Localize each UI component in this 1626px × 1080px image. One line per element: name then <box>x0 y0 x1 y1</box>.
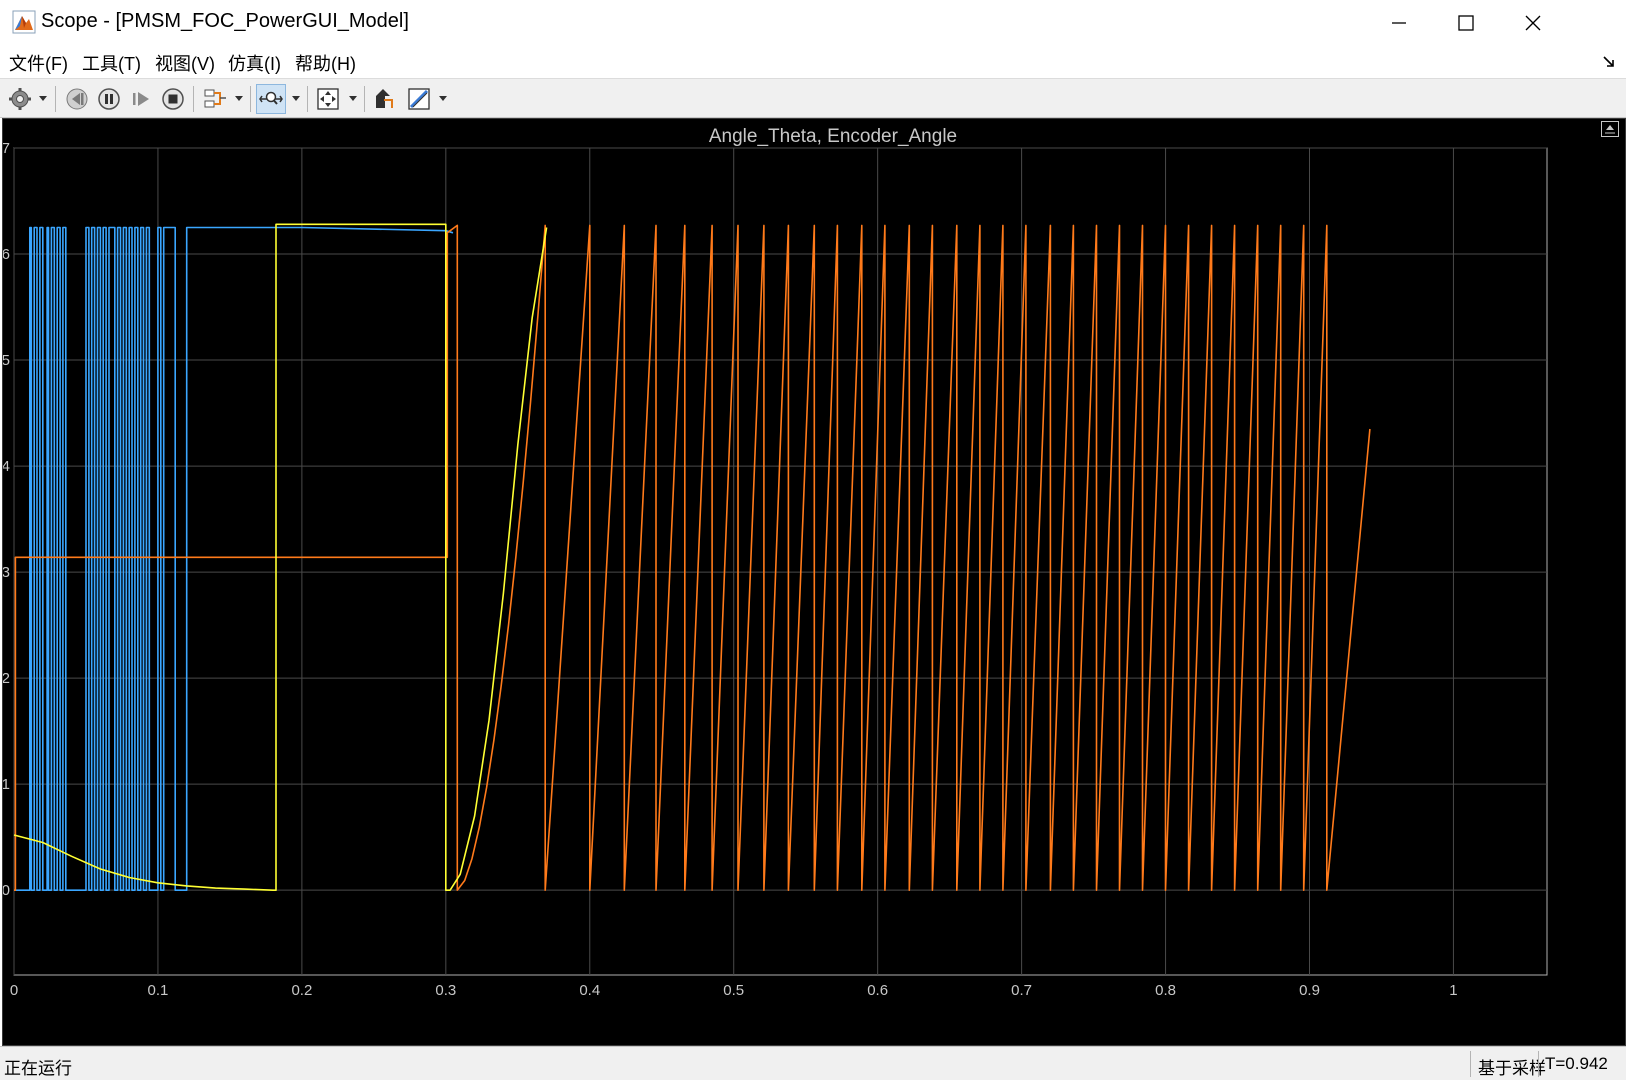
signal-selector-dropdown[interactable] <box>234 92 244 106</box>
maximize-button[interactable] <box>1431 0 1501 45</box>
step-back-button[interactable] <box>62 84 92 114</box>
x-tick-label: 0.5 <box>723 982 744 999</box>
scope-plot[interactable]: 0 0.1 0.2 0.3 0.4 0.5 0.6 0.7 0.8 0.9 1 0 1 2 3 4 5 6 7 <box>3 119 1625 1045</box>
menu-tools[interactable]: 工具(T) <box>82 50 141 76</box>
x-tick-label: 0.3 <box>435 982 456 999</box>
pause-button[interactable] <box>94 84 124 114</box>
minimize-icon <box>1392 21 1406 24</box>
plot-frame <box>13 147 1548 976</box>
menu-view[interactable]: 视图(V) <box>155 50 215 76</box>
stop-icon <box>162 88 184 110</box>
pause-icon <box>98 88 120 110</box>
y-tick-label: 7 <box>3 140 10 157</box>
x-tick-label: 0.6 <box>867 982 888 999</box>
title-bar: Scope - [PMSM_FOC_PowerGUI_Model] <box>0 0 1626 45</box>
plot-title: Angle_Theta, Encoder_Angle <box>708 126 958 147</box>
autoscale-icon <box>317 88 339 110</box>
x-tick-label: 0.4 <box>579 982 600 999</box>
series-line-blue <box>14 226 454 891</box>
settings-button[interactable] <box>5 84 35 114</box>
step-forward-button[interactable] <box>126 84 156 114</box>
x-tick-label: 0.2 <box>291 982 312 999</box>
settings-icon <box>9 88 31 110</box>
settings-dropdown[interactable] <box>38 92 48 106</box>
menu-file[interactable]: 文件(F) <box>9 50 68 76</box>
toolbar-divider <box>364 86 365 112</box>
zoom-icon <box>259 91 283 105</box>
status-divider <box>1538 1051 1539 1077</box>
y-tick-label: 4 <box>3 458 10 475</box>
scope-display[interactable]: 0 0.1 0.2 0.3 0.4 0.5 0.6 0.7 0.8 0.9 1 0 1 2 3 4 5 6 7 An… <box>2 118 1626 1046</box>
x-tick-label: 0.9 <box>1299 982 1320 999</box>
autoscale-button[interactable] <box>313 84 343 114</box>
measurements-button[interactable] <box>404 84 434 114</box>
minimize-button[interactable] <box>1364 0 1434 45</box>
close-icon <box>1525 15 1541 30</box>
y-tick-label: 6 <box>3 246 10 263</box>
chevron-down-icon <box>39 96 47 101</box>
status-bar: 正在运行 基于采样 T=0.942 <box>0 1046 1626 1080</box>
y-tick-label: 2 <box>3 670 10 687</box>
close-button[interactable] <box>1498 0 1568 45</box>
chevron-down-icon <box>292 96 300 101</box>
undock-arrow-icon[interactable] <box>1602 55 1616 69</box>
toolbar-divider <box>307 86 308 112</box>
toolbar-divider <box>55 86 56 112</box>
run-status: 正在运行 <box>4 1059 72 1078</box>
menu-bar: 文件(F) 工具(T) 视图(V) 仿真(I) 帮助(H) <box>0 45 1626 78</box>
series-line-orange <box>14 224 1371 891</box>
step-back-icon <box>66 88 88 110</box>
x-tick-label: 1 <box>1449 982 1457 999</box>
chevron-down-icon <box>235 96 243 101</box>
autoscale-dropdown[interactable] <box>348 92 358 106</box>
signal-selector-icon <box>204 89 226 108</box>
zoom-dropdown[interactable] <box>291 92 301 106</box>
highlight-block-icon <box>376 89 393 108</box>
maximize-icon <box>1458 14 1474 31</box>
highlight-block-button[interactable] <box>368 84 398 114</box>
chevron-down-icon <box>349 96 357 101</box>
chevron-down-icon <box>439 96 447 101</box>
sample-mode: 基于采样 <box>1478 1059 1546 1078</box>
matlab-scope-icon <box>12 10 36 34</box>
x-tick-label: 0.7 <box>1011 982 1032 999</box>
x-tick-label: 0.8 <box>1155 982 1176 999</box>
measurements-icon <box>408 88 430 110</box>
measurements-dropdown[interactable] <box>438 92 448 106</box>
stop-button[interactable] <box>158 84 188 114</box>
step-forward-icon <box>133 92 149 106</box>
menu-help[interactable]: 帮助(H) <box>295 50 356 76</box>
y-tick-label: 1 <box>3 776 10 793</box>
toolbar <box>0 78 1626 118</box>
zoom-button[interactable] <box>256 84 286 114</box>
toolbar-divider <box>193 86 194 112</box>
menu-simulation[interactable]: 仿真(I) <box>228 50 281 76</box>
x-tick-label: 0 <box>10 982 18 999</box>
status-divider <box>1470 1051 1471 1077</box>
y-tick-label: 0 <box>3 882 10 899</box>
signal-selector-button[interactable] <box>200 84 230 114</box>
x-tick-label: 0.1 <box>148 982 169 999</box>
window-title: Scope - [PMSM_FOC_PowerGUI_Model] <box>41 10 409 32</box>
simulation-time: T=0.942 <box>1545 1054 1608 1073</box>
y-tick-label: 3 <box>3 564 10 581</box>
toolbar-divider <box>250 86 251 112</box>
y-tick-label: 5 <box>3 352 10 369</box>
dock-icon[interactable] <box>1601 121 1619 137</box>
